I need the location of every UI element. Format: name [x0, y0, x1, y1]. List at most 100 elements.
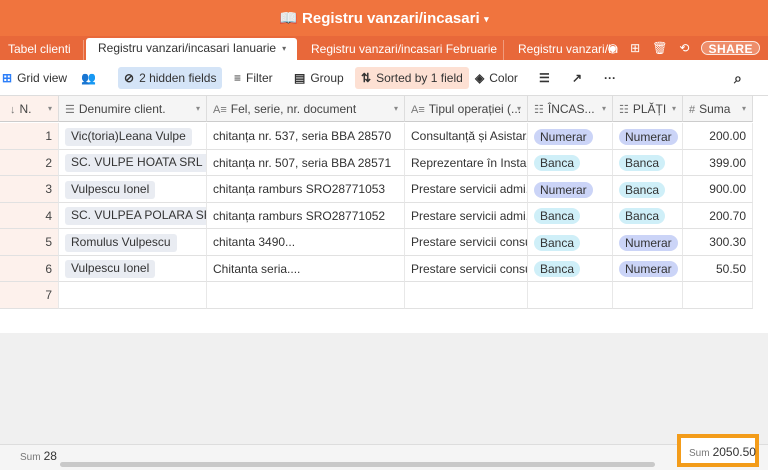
document-cell[interactable]: chitanța ramburs SRO28771053: [207, 176, 405, 203]
add-table-icon[interactable]: ⊞: [630, 41, 640, 55]
plati-cell[interactable]: Numerar: [613, 255, 683, 282]
chevron-down-icon[interactable]: ▾: [672, 96, 676, 121]
more-options-icon[interactable]: ···: [598, 67, 627, 89]
group-button[interactable]: ▤ Group: [288, 67, 350, 89]
linked-record-chip[interactable]: SC. VULPEA POLARA SRL: [65, 207, 206, 226]
base-title-label: Registru vanzari/incasari: [302, 10, 480, 27]
suma-cell[interactable]: 300.30: [683, 229, 753, 256]
plati-cell[interactable]: Banca: [613, 202, 683, 229]
linked-record-chip[interactable]: SC. VULPE HOATA SRL: [65, 154, 206, 173]
client-cell[interactable]: [59, 282, 207, 309]
plati-cell[interactable]: Numerar: [613, 123, 683, 150]
incasari-cell[interactable]: Banca: [528, 149, 613, 176]
suma-cell[interactable]: 399.00: [683, 149, 753, 176]
tab-registru-ianuarie[interactable]: Registru vanzari/incasari Ianuarie ▾: [86, 38, 297, 60]
filter-button[interactable]: ≡ Filter: [228, 67, 279, 89]
linked-record-chip[interactable]: Vulpescu Ionel: [65, 260, 156, 279]
linked-record-chip[interactable]: Vulpescu Ionel: [65, 180, 156, 199]
incasari-cell[interactable]: Banca: [528, 255, 613, 282]
trash-icon[interactable]: 🗑: [652, 41, 667, 55]
linked-record-chip[interactable]: Romulus Vulpescu: [65, 233, 177, 252]
document-cell[interactable]: [207, 282, 405, 309]
chevron-down-icon[interactable]: ▾: [394, 96, 398, 121]
incasari-cell[interactable]: Numerar: [528, 123, 613, 150]
column-header-plati[interactable]: ☷ PLĂȚI ▾: [613, 96, 683, 122]
column-header-operation[interactable]: A≡ Tipul operației (... ▾: [405, 96, 528, 122]
linked-record-chip[interactable]: Vic(toria)Leana Vulpe: [65, 127, 192, 146]
client-cell[interactable]: Vulpescu Ionel: [59, 176, 207, 203]
incasari-cell[interactable]: [528, 282, 613, 309]
document-cell[interactable]: chitanta 3490...: [207, 229, 405, 256]
group-label: Group: [310, 71, 344, 85]
incasari-cell[interactable]: Banca: [528, 229, 613, 256]
chevron-down-icon[interactable]: ▾: [602, 96, 606, 121]
column-header-client[interactable]: ☰ Denumire client. ▾: [59, 96, 207, 122]
view-switcher[interactable]: ⊞ Grid view: [0, 67, 73, 89]
document-cell[interactable]: chitanța ramburs SRO28771052: [207, 202, 405, 229]
operation-cell[interactable]: Prestare servicii admi...: [405, 202, 528, 229]
client-cell[interactable]: SC. VULPEA POLARA SRL: [59, 202, 207, 229]
n-sum[interactable]: Sum 28: [20, 449, 57, 463]
horizontal-scrollbar[interactable]: [60, 462, 655, 467]
document-cell[interactable]: chitanța nr. 507, seria BBA 28571: [207, 149, 405, 176]
chevron-down-icon[interactable]: ▾: [742, 96, 746, 121]
suma-cell[interactable]: 900.00: [683, 176, 753, 203]
row-number[interactable]: 5: [0, 229, 59, 256]
sort-button[interactable]: ⇅ Sorted by 1 field: [355, 67, 469, 89]
history-icon[interactable]: ⟲: [679, 41, 689, 55]
client-cell[interactable]: SC. VULPE HOATA SRL: [59, 149, 207, 176]
collaborators-icon[interactable]: 👥: [75, 67, 102, 89]
incasari-cell[interactable]: Banca: [528, 202, 613, 229]
more-tabs-icon[interactable]: ◉: [608, 41, 618, 55]
column-header-document[interactable]: A≡ Fel, serie, nr. document ▾: [207, 96, 405, 122]
row-number[interactable]: 4: [0, 202, 59, 229]
suma-cell[interactable]: 200.70: [683, 202, 753, 229]
row-number[interactable]: 7: [0, 282, 59, 309]
chevron-down-icon[interactable]: ▾: [196, 96, 200, 121]
tab-tabel-clienti[interactable]: Tabel clienti: [0, 40, 84, 60]
operation-cell[interactable]: Consultanță și Asistar...: [405, 123, 528, 150]
incasari-cell[interactable]: Numerar: [528, 176, 613, 203]
document-cell[interactable]: chitanța nr. 537, seria BBA 28570: [207, 123, 405, 150]
base-title[interactable]: 📖 Registru vanzari/incasari ▾: [0, 9, 768, 27]
operation-cell[interactable]: Reprezentare în Insta...: [405, 149, 528, 176]
suma-sum-highlight[interactable]: Sum 2050.50: [677, 434, 759, 467]
client-cell[interactable]: Vulpescu Ionel: [59, 255, 207, 282]
hide-fields-button[interactable]: ⊘ 2 hidden fields: [118, 67, 223, 89]
color-button[interactable]: ◈ Color: [469, 67, 524, 89]
suma-cell[interactable]: 50.50: [683, 255, 753, 282]
chevron-down-icon[interactable]: ▾: [48, 96, 52, 121]
column-header-suma[interactable]: # Suma ▾: [683, 96, 753, 122]
row-number[interactable]: 6: [0, 255, 59, 282]
suma-cell[interactable]: 200.00: [683, 123, 753, 150]
row-number[interactable]: 2: [0, 149, 59, 176]
chevron-down-icon[interactable]: ▾: [282, 44, 286, 53]
operation-cell[interactable]: [405, 282, 528, 309]
column-header-n[interactable]: ↓ N. ▾: [0, 96, 59, 122]
row-height-icon[interactable]: ☰: [533, 67, 561, 89]
tab-registru-februarie[interactable]: Registru vanzari/incasari Februarie: [299, 40, 504, 60]
operation-cell[interactable]: Prestare servicii admi...: [405, 176, 528, 203]
client-cell[interactable]: Vic(toria)Leana Vulpe: [59, 123, 207, 150]
suma-cell[interactable]: [683, 282, 753, 309]
plati-cell[interactable]: Banca: [613, 149, 683, 176]
share-button[interactable]: SHARE: [701, 41, 760, 56]
chevron-down-icon[interactable]: ▾: [482, 14, 489, 24]
row-number[interactable]: 1: [0, 123, 59, 150]
row-number[interactable]: 3: [0, 176, 59, 203]
plati-cell[interactable]: [613, 282, 683, 309]
plati-cell[interactable]: Numerar: [613, 229, 683, 256]
operation-cell[interactable]: Prestare servicii consu...: [405, 255, 528, 282]
tab-registru-more[interactable]: Registru vanzari/Ince: [506, 40, 618, 60]
chevron-down-icon[interactable]: ▾: [517, 96, 521, 121]
share-view-icon[interactable]: ↗: [566, 67, 593, 89]
column-label: PLĂȚI: [632, 102, 667, 116]
tab-label: Registru vanzari/incasari Februarie: [311, 42, 498, 56]
column-header-incasari[interactable]: ☷ ÎNCAS... ▾: [528, 96, 613, 122]
eye-slash-icon: ⊘: [124, 71, 135, 85]
client-cell[interactable]: Romulus Vulpescu: [59, 229, 207, 256]
plati-cell[interactable]: Banca: [613, 176, 683, 203]
operation-cell[interactable]: Prestare servicii consu...: [405, 229, 528, 256]
search-icon[interactable]: ⌕: [728, 67, 753, 89]
document-cell[interactable]: Chitanta seria....: [207, 255, 405, 282]
